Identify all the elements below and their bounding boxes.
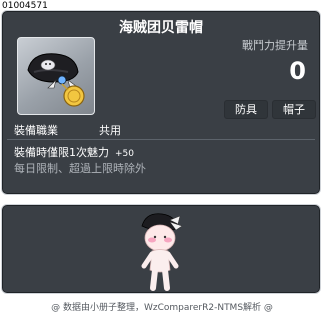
- equip-subtype-tag: 帽子: [272, 100, 316, 119]
- character-preview: [141, 213, 183, 291]
- combat-power-value: 0: [289, 57, 306, 85]
- item-name: 海贼团贝雷帽: [119, 20, 203, 36]
- divider: [7, 139, 315, 140]
- item-tooltip: 海贼团贝雷帽 戰鬥力提升量 0 防具 帽子 裝備職業 共用 裝備時僅限1次魅力 +…: [1, 10, 321, 195]
- effect-value: +50: [115, 149, 134, 159]
- character-preview-panel: [1, 204, 321, 294]
- note-line: 每日限制、超過上限時除外: [14, 162, 146, 175]
- job-value: 共用: [99, 124, 121, 137]
- effect-text: 裝備時僅限1次魅力: [14, 146, 109, 159]
- equip-type-tag: 防具: [224, 100, 268, 119]
- job-label: 裝備職業: [14, 124, 58, 137]
- footer-credit: @ 数据由小册子整理，WzComparerR2-NTMS解析 @: [51, 303, 273, 313]
- combat-power-label: 戰鬥力提升量: [242, 39, 308, 52]
- effect-line: 裝備時僅限1次魅力 +50: [14, 144, 134, 160]
- item-icon-frame: [17, 37, 95, 115]
- pirate-beret-icon: [27, 53, 85, 107]
